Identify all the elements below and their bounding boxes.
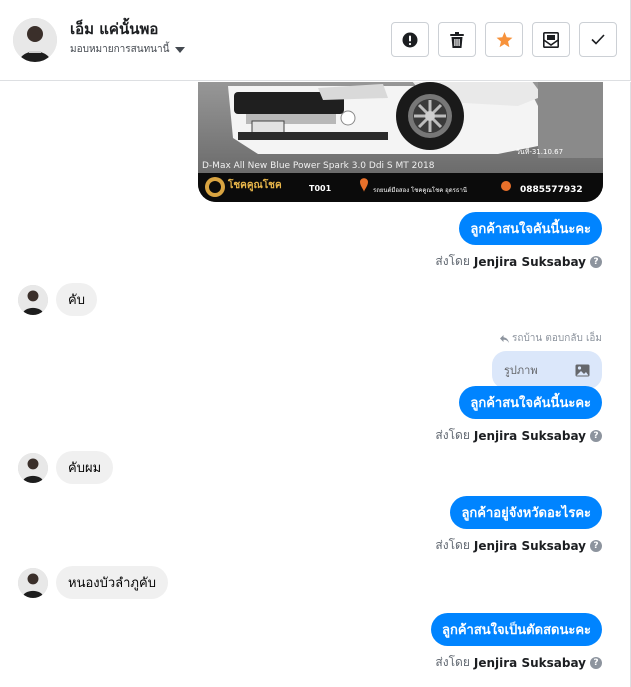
contact-avatar-small[interactable] [18, 567, 48, 598]
dealer-brand-logo: โชคคูณโชค [227, 178, 282, 192]
assign-label: มอบหมายการสนทนานี้ [70, 44, 170, 55]
sent-by-prefix: ส่งโดย [435, 428, 470, 442]
message-bubble-outgoing[interactable]: ลูกค้าอยู่จังหวัดอะไรคะ [450, 496, 602, 529]
contact-avatar[interactable] [13, 18, 57, 62]
reply-meta-text: รถบ้าน ตอบกลับ เอ็ม [512, 333, 602, 344]
contact-avatar-small[interactable] [18, 452, 48, 483]
question-icon[interactable]: ? [590, 429, 602, 442]
sent-by-prefix: ส่งโดย [435, 655, 470, 669]
star-icon [496, 31, 512, 47]
conversation-header: เอ็ม แค่นั้นพอ มอบหมายการสนทนานี้ [0, 0, 631, 81]
outgoing-message: ลูกค้าอยู่จังหวัดอะไรคะ ส่งโดย Jenjira S… [435, 496, 602, 555]
quoted-text: รูปภาพ [504, 364, 538, 377]
car-photo-attachment[interactable]: D-Max All New Blue Power Spark 3.0 Ddi S… [198, 82, 603, 202]
contact-name[interactable]: เอ็ม แค่นั้นพอ [70, 17, 158, 41]
outgoing-message: ลูกค้าสนใจเป็นตัดสดนะคะ ส่งโดย Jenjira S… [430, 613, 602, 672]
outgoing-reply-message: รถบ้าน ตอบกลับ เอ็ม รูปภาพ ลูกค้าสนใจคัน… [435, 331, 602, 445]
mail-icon [543, 31, 559, 48]
contact-avatar-small[interactable] [18, 284, 48, 315]
dealer-phone: 0885577932 [520, 185, 583, 195]
assign-conversation-dropdown[interactable]: มอบหมายการสนทนานี้ [70, 42, 186, 57]
message-bubble-outgoing[interactable]: ลูกค้าสนใจคันนี้นะคะ [459, 386, 602, 419]
car-model-caption: D-Max All New Blue Power Spark 3.0 Ddi S… [202, 161, 435, 171]
reply-meta: รถบ้าน ตอบกลับ เอ็ม [500, 331, 602, 346]
image-icon [575, 364, 590, 376]
message-bubble-incoming[interactable]: หนองบัวลำภูคับ [56, 566, 168, 599]
sender-name[interactable]: Jenjira Suksabay [474, 255, 586, 269]
sent-by-line: ส่งโดย Jenjira Suksabay ? [435, 426, 602, 445]
message-bubble-incoming[interactable]: คับ [56, 283, 97, 316]
outgoing-message: ลูกค้าสนใจคันนี้นะคะ ส่งโดย Jenjira Suks… [435, 212, 602, 271]
alert-icon [402, 32, 418, 47]
check-icon [591, 34, 605, 45]
sender-name[interactable]: Jenjira Suksabay [474, 539, 586, 553]
mark-unread-button[interactable] [532, 22, 570, 57]
trash-icon [450, 31, 464, 48]
sent-by-line: ส่งโดย Jenjira Suksabay ? [435, 252, 602, 271]
sent-by-prefix: ส่งโดย [435, 254, 470, 268]
caret-down-icon [175, 46, 186, 53]
mark-spam-button[interactable] [391, 22, 429, 57]
header-actions [391, 22, 617, 57]
dealer-name: รถยนต์มือสอง โชคคูณโชค อุดรธานี [373, 186, 467, 194]
message-bubble-outgoing[interactable]: ลูกค้าสนใจเป็นตัดสดนะคะ [430, 613, 602, 646]
incoming-message: คับ [18, 283, 97, 316]
sent-by-prefix: ส่งโดย [435, 538, 470, 552]
question-icon[interactable]: ? [590, 255, 602, 268]
message-bubble-outgoing[interactable]: ลูกค้าสนใจคันนี้นะคะ [459, 212, 602, 245]
message-bubble-incoming[interactable]: คับผม [56, 451, 114, 484]
sender-name[interactable]: Jenjira Suksabay [474, 429, 586, 443]
reply-icon [500, 334, 510, 343]
message-thread[interactable]: D-Max All New Blue Power Spark 3.0 Ddi S… [0, 82, 631, 687]
question-icon[interactable]: ? [590, 656, 602, 669]
star-button[interactable] [485, 22, 523, 57]
question-icon[interactable]: ? [590, 539, 602, 552]
sent-by-line: ส่งโดย Jenjira Suksabay ? [435, 653, 602, 672]
sender-name[interactable]: Jenjira Suksabay [474, 656, 586, 670]
mark-done-button[interactable] [579, 22, 617, 57]
quoted-message[interactable]: รูปภาพ [492, 351, 602, 389]
car-stock-code: T001 [309, 184, 332, 193]
incoming-message: หนองบัวลำภูคับ [18, 566, 168, 599]
sent-by-line: ส่งโดย Jenjira Suksabay ? [435, 536, 602, 555]
incoming-message: คับผม [18, 451, 114, 484]
delete-button[interactable] [438, 22, 476, 57]
car-date-caption: วันที่-31.10.67 [516, 147, 563, 156]
